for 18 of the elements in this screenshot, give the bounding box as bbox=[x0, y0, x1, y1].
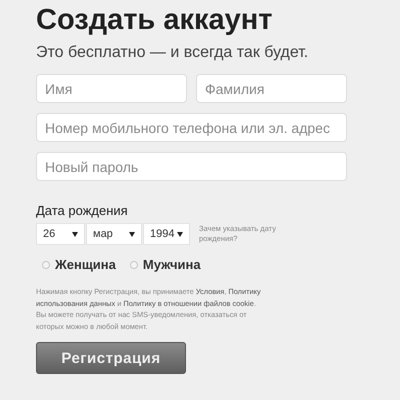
subtitle: Это бесплатно — и всегда так будет. bbox=[36, 44, 308, 62]
page-title: Создать аккаунт bbox=[36, 3, 272, 38]
birthday-label: Дата рождения bbox=[36, 203, 128, 218]
radio-label[interactable]: Женщина bbox=[55, 257, 116, 272]
caret-icon bbox=[177, 232, 183, 236]
radio-button[interactable] bbox=[130, 260, 138, 268]
radio-label[interactable]: Мужчина bbox=[142, 257, 201, 272]
date-select[interactable]: мар bbox=[86, 223, 142, 245]
date-select[interactable]: 26 bbox=[36, 223, 85, 245]
caret-icon bbox=[129, 232, 135, 236]
text-field[interactable]: Новый пароль bbox=[36, 152, 347, 181]
radio-button[interactable] bbox=[42, 260, 50, 268]
text-field[interactable]: Номер мобильного телефона или эл. адрес bbox=[36, 113, 347, 142]
date-select[interactable]: 1994 bbox=[143, 223, 190, 245]
text-field[interactable]: Фамилия bbox=[196, 74, 347, 103]
text-field[interactable]: Имя bbox=[36, 74, 187, 103]
caret-icon bbox=[72, 232, 78, 236]
register-button[interactable]: Регистрация bbox=[36, 342, 186, 374]
